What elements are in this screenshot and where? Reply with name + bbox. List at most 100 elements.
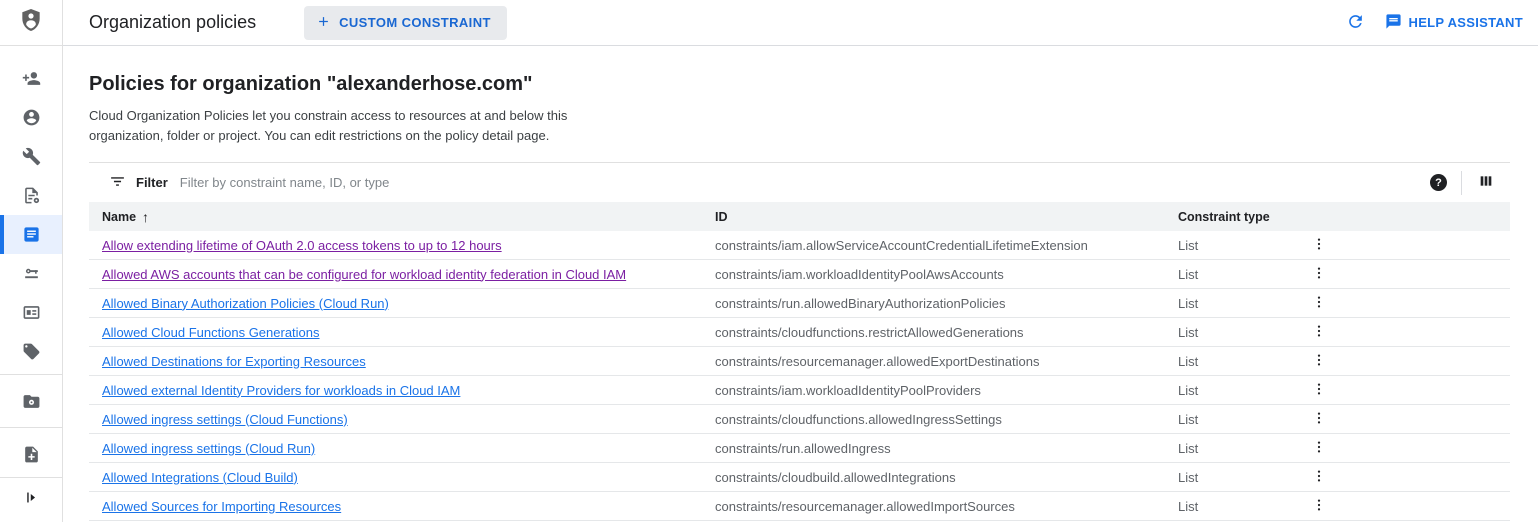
- constraint-type: List: [1178, 295, 1199, 311]
- sidebar-item-managed-folders[interactable]: [0, 378, 62, 424]
- folder-gear-icon: [22, 392, 41, 411]
- sidebar: [0, 0, 63, 522]
- policy-id: constraints/run.allowedBinaryAuthorizati…: [715, 295, 1006, 311]
- column-display-button[interactable]: [1476, 171, 1496, 194]
- policy-id: constraints/run.allowedIngress: [715, 440, 891, 456]
- constraint-type: List: [1178, 382, 1199, 398]
- column-header-constraint-type[interactable]: Constraint type: [1165, 210, 1299, 224]
- table-row: Allowed Destinations for Exporting Resou…: [89, 347, 1510, 376]
- row-actions-button[interactable]: [1299, 378, 1339, 403]
- table-header-row: Name ↑ ID Constraint type: [89, 202, 1510, 231]
- row-actions-button[interactable]: [1299, 262, 1339, 287]
- table-row: Allowed Binary Authorization Policies (C…: [89, 289, 1510, 318]
- kebab-menu-icon: [1312, 411, 1326, 428]
- sidebar-item-organization-policies[interactable]: [0, 215, 62, 254]
- column-display-icon: [1478, 173, 1494, 192]
- policy-link[interactable]: Allowed AWS accounts that can be configu…: [102, 267, 626, 282]
- sort-ascending-icon: ↑: [142, 208, 150, 225]
- sidebar-nav: [0, 46, 62, 477]
- identity-person-icon: [22, 108, 41, 127]
- product-logo: [0, 0, 62, 46]
- sidebar-divider: [0, 374, 62, 375]
- constraint-type: List: [1178, 440, 1199, 456]
- custom-constraint-button[interactable]: CUSTOM CONSTRAINT: [304, 5, 507, 40]
- policy-link[interactable]: Allowed ingress settings (Cloud Run): [102, 441, 315, 456]
- filter-button[interactable]: Filter: [109, 173, 168, 193]
- kebab-menu-icon: [1312, 498, 1326, 515]
- kebab-menu-icon: [1312, 469, 1326, 486]
- note-add-icon: [22, 445, 41, 464]
- policy-link[interactable]: Allow extending lifetime of OAuth 2.0 ac…: [102, 238, 502, 253]
- tag-icon: [22, 342, 41, 361]
- shield-person-icon: [18, 7, 44, 38]
- main-area: Organization policies CUSTOM CONSTRAINT …: [63, 0, 1538, 522]
- row-actions-button[interactable]: [1299, 349, 1339, 374]
- sidebar-item-audit[interactable]: [0, 176, 62, 215]
- row-actions-button[interactable]: [1299, 233, 1339, 258]
- kebab-menu-icon: [1312, 353, 1326, 370]
- filter-input[interactable]: [179, 175, 1430, 190]
- id-card-icon: [22, 303, 41, 322]
- row-actions-button[interactable]: [1299, 407, 1339, 432]
- page-header: Organization policies CUSTOM CONSTRAINT …: [63, 0, 1538, 46]
- add-person-icon: [22, 69, 41, 88]
- sidebar-item-workload-identity[interactable]: [0, 254, 62, 293]
- policy-link[interactable]: Allowed Sources for Importing Resources: [102, 499, 341, 514]
- sidebar-item-iam[interactable]: [0, 59, 62, 98]
- policy-link[interactable]: Allowed Integrations (Cloud Build): [102, 470, 298, 485]
- policy-link[interactable]: Allowed Destinations for Exporting Resou…: [102, 354, 366, 369]
- refresh-button[interactable]: [1340, 6, 1371, 40]
- policy-link[interactable]: Allowed Binary Authorization Policies (C…: [102, 296, 389, 311]
- kebab-menu-icon: [1312, 324, 1326, 341]
- table-body: Allow extending lifetime of OAuth 2.0 ac…: [89, 231, 1510, 521]
- table-row: Allowed ingress settings (Cloud Function…: [89, 405, 1510, 434]
- content-area: Policies for organization "alexanderhose…: [63, 46, 1538, 522]
- help-circle-icon[interactable]: ?: [1430, 174, 1447, 191]
- row-actions-button[interactable]: [1299, 291, 1339, 316]
- filter-label: Filter: [136, 175, 168, 190]
- policy-id: constraints/resourcemanager.allowedImpor…: [715, 498, 1015, 514]
- constraint-type: List: [1178, 353, 1199, 369]
- row-actions-button[interactable]: [1299, 320, 1339, 345]
- chat-icon: [1385, 13, 1402, 33]
- page-heading: Policies for organization "alexanderhose…: [89, 73, 533, 95]
- policy-link[interactable]: Allowed external Identity Providers for …: [102, 383, 460, 398]
- table-row: Allowed external Identity Providers for …: [89, 376, 1510, 405]
- row-actions-button[interactable]: [1299, 465, 1339, 490]
- divider: [1461, 170, 1462, 195]
- row-actions-button[interactable]: [1299, 494, 1339, 519]
- filter-bar: Filter ?: [89, 163, 1510, 202]
- sidebar-item-identity-pools[interactable]: [0, 293, 62, 332]
- help-assistant-button[interactable]: HELP ASSISTANT: [1385, 13, 1523, 33]
- kebab-menu-icon: [1312, 440, 1326, 457]
- policy-id: constraints/iam.workloadIdentityPoolProv…: [715, 382, 981, 398]
- sidebar-item-create-policy[interactable]: [0, 431, 62, 477]
- constraint-type: List: [1178, 469, 1199, 485]
- sidebar-item-settings[interactable]: [0, 137, 62, 176]
- policy-link[interactable]: Allowed ingress settings (Cloud Function…: [102, 412, 348, 427]
- table-row: Allowed Integrations (Cloud Build) const…: [89, 463, 1510, 492]
- row-actions-button[interactable]: [1299, 436, 1339, 461]
- sidebar-item-tags[interactable]: [0, 332, 62, 371]
- policy-id: constraints/cloudfunctions.restrictAllow…: [715, 324, 1024, 340]
- column-header-name[interactable]: Name ↑: [89, 209, 702, 225]
- sidebar-collapse-button[interactable]: [0, 477, 62, 522]
- table-row: Allowed Sources for Importing Resources …: [89, 492, 1510, 521]
- policy-id: constraints/cloudfunctions.allowedIngres…: [715, 411, 1002, 427]
- kebab-menu-icon: [1312, 266, 1326, 283]
- kebab-menu-icon: [1312, 237, 1326, 254]
- filter-list-icon: [109, 173, 126, 193]
- sidebar-item-identity[interactable]: [0, 98, 62, 137]
- document-gear-icon: [22, 186, 41, 205]
- collapse-sidebar-icon: [23, 489, 40, 511]
- policy-link[interactable]: Allowed Cloud Functions Generations: [102, 325, 320, 340]
- sidebar-divider: [0, 427, 62, 428]
- page-title: Organization policies: [89, 12, 257, 32]
- column-header-id[interactable]: ID: [702, 210, 1165, 224]
- table-row: Allowed AWS accounts that can be configu…: [89, 260, 1510, 289]
- constraint-type: List: [1178, 266, 1199, 282]
- constraint-type: List: [1178, 498, 1199, 514]
- key-card-icon: [22, 264, 41, 283]
- table-row: Allow extending lifetime of OAuth 2.0 ac…: [89, 231, 1510, 260]
- policy-id: constraints/iam.workloadIdentityPoolAwsA…: [715, 266, 1004, 282]
